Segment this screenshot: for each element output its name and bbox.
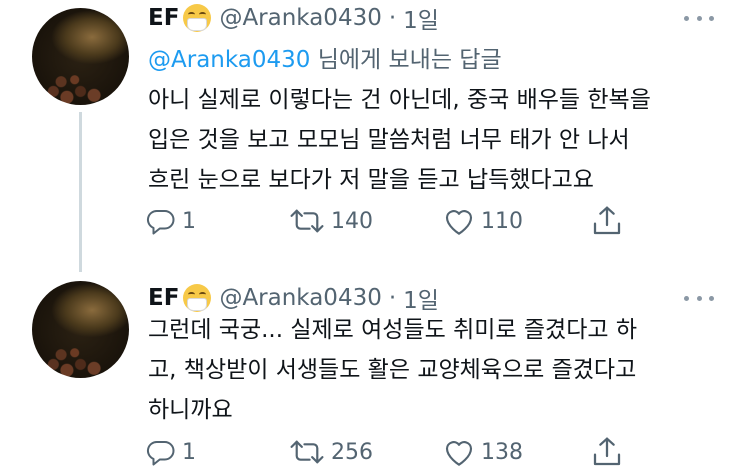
- share-icon: [593, 206, 621, 235]
- tweet-text-line: 그런데 국궁... 실제로 여성들도 취미로 즐겼다고 하: [148, 317, 637, 343]
- tweet-actions: 1 256 138: [146, 434, 626, 470]
- reply-icon: [146, 210, 175, 235]
- more-dots-icon[interactable]: [684, 13, 714, 23]
- tweet-actions: 1 140 110: [146, 203, 626, 239]
- tweet-text-line: 입은 것을 보고 모모님 말씀처럼 너무 태가 안 나서: [148, 127, 630, 153]
- replying-to-suffix: 님에게 보내는 답글: [310, 47, 502, 73]
- share-button[interactable]: [592, 203, 622, 239]
- reply-count: 1: [182, 208, 196, 234]
- tweet-text: 아니 실제로 이렇다는 건 아닌데, 중국 배우들 한복을 입은 것을 보고 모…: [148, 80, 651, 200]
- avatar[interactable]: [32, 8, 129, 105]
- like-count: 138: [481, 439, 523, 465]
- retweet-button[interactable]: 256: [289, 434, 373, 470]
- like-count: 110: [481, 208, 523, 234]
- reply-icon: [146, 441, 175, 466]
- tweet-reply-1[interactable]: EF @Aranka0430 · 1일 @Aranka0430 님에게 보내는 …: [0, 0, 750, 268]
- tweet-header: EF @Aranka0430 · 1일: [148, 1, 439, 35]
- retweet-count: 256: [331, 439, 373, 465]
- user-handle[interactable]: @Aranka0430: [219, 285, 381, 311]
- like-button[interactable]: 138: [443, 434, 523, 470]
- tweet-text-line: 흐린 눈으로 보다가 저 말을 듣고 납득했다고요: [148, 167, 594, 193]
- reply-button[interactable]: 1: [146, 434, 196, 470]
- user-handle[interactable]: @Aranka0430: [219, 5, 381, 31]
- tweet-text-line: 하니까요: [148, 397, 233, 423]
- reply-count: 1: [182, 439, 196, 465]
- avatar[interactable]: [32, 281, 129, 378]
- mention-link[interactable]: @Aranka0430: [148, 47, 310, 73]
- share-button[interactable]: [592, 434, 622, 470]
- tweet-text-line: 고, 책상받이 서생들도 활은 교양체육으로 즐겼다고: [148, 357, 637, 383]
- retweet-icon: [290, 440, 324, 464]
- retweet-count: 140: [331, 208, 373, 234]
- heart-icon: [445, 441, 473, 466]
- heart-icon: [445, 210, 473, 235]
- replying-to: @Aranka0430 님에게 보내는 답글: [148, 40, 502, 74]
- display-name[interactable]: EF: [148, 285, 179, 311]
- display-name[interactable]: EF: [148, 5, 179, 31]
- tweet-header: EF @Aranka0430 · 1일: [148, 283, 439, 314]
- share-icon: [593, 437, 621, 466]
- face-with-medical-mask-emoji: [183, 4, 212, 32]
- retweet-icon: [290, 209, 324, 233]
- tweet-reply-2[interactable]: EF @Aranka0430 · 1일 그런데 국궁... 실제로 여성들도 취…: [0, 272, 750, 473]
- tweet-text-line: 아니 실제로 이렇다는 건 아닌데, 중국 배우들 한복을: [148, 87, 651, 113]
- retweet-button[interactable]: 140: [289, 203, 373, 239]
- separator-dot: ·: [388, 5, 397, 31]
- like-button[interactable]: 110: [443, 203, 523, 239]
- face-with-medical-mask-emoji: [183, 284, 212, 312]
- separator-dot: ·: [388, 285, 397, 311]
- more-dots-icon[interactable]: [684, 293, 714, 303]
- reply-button[interactable]: 1: [146, 203, 196, 239]
- tweet-text: 그런데 국궁... 실제로 여성들도 취미로 즐겼다고 하 고, 책상받이 서생…: [148, 310, 637, 430]
- timestamp[interactable]: 1일: [403, 1, 439, 35]
